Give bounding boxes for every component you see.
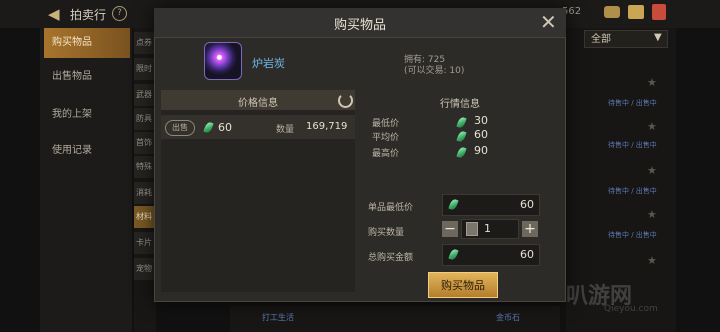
row-status: 待售中 / 出售中 xyxy=(608,141,657,149)
market-info-title: 行情信息 xyxy=(440,99,480,110)
total-amount-label: 总购买金额 xyxy=(368,253,414,263)
max-price-label: 最高价 xyxy=(372,149,400,159)
calculator-icon[interactable] xyxy=(466,222,478,236)
buy-button[interactable]: 购买物品 xyxy=(428,272,498,298)
min-price-value: 30 xyxy=(474,114,488,127)
item-icon xyxy=(204,42,242,80)
decrease-button[interactable]: − xyxy=(442,221,458,237)
chevron-down-icon[interactable]: ▼ xyxy=(654,32,662,43)
quantity-label: 数量 xyxy=(276,125,295,135)
category-item[interactable]: 限时 xyxy=(134,58,154,80)
avg-price-label: 平均价 xyxy=(372,133,400,143)
category-item[interactable]: 首饰 xyxy=(134,132,154,154)
sell-tag: 出售 xyxy=(165,120,195,136)
dialog-title: 购买物品 xyxy=(333,18,386,33)
sidebar-item-history[interactable]: 使用记录 xyxy=(44,136,130,166)
total-amount-value: 60 xyxy=(520,248,534,261)
listing-price: 60 xyxy=(218,121,232,134)
max-price-value: 90 xyxy=(474,144,488,157)
star-icon[interactable]: ★ xyxy=(647,76,657,89)
tradable-count: (可以交易: 10) xyxy=(404,66,465,76)
category-item[interactable]: 宠物 xyxy=(134,258,154,280)
category-item-selected[interactable]: 材料 xyxy=(134,206,154,228)
row-status: 待售中 / 出售中 xyxy=(608,187,657,195)
mail-icon[interactable] xyxy=(628,5,644,19)
price-panel-title: 价格信息 xyxy=(238,98,278,109)
category-item[interactable]: 武器 xyxy=(134,84,154,106)
unit-min-price-value: 60 xyxy=(520,198,534,211)
increase-button[interactable]: + xyxy=(522,221,538,237)
category-item[interactable]: 特殊 xyxy=(134,156,154,178)
category-item[interactable]: 点券 xyxy=(134,32,154,54)
sidebar-item-my-listings[interactable]: 我的上架 xyxy=(44,100,130,130)
min-price-label: 最低价 xyxy=(372,119,400,129)
buy-quantity-label: 购买数量 xyxy=(368,228,405,238)
watermark-url: Qieyou.com xyxy=(604,304,658,314)
item-name: 炉岩炭 xyxy=(252,57,285,70)
avg-price-value: 60 xyxy=(474,128,488,141)
row-status: 待售中 / 出售中 xyxy=(608,231,657,239)
category-item[interactable]: 防具 xyxy=(134,108,154,130)
bottom-tag: 金币石 xyxy=(496,313,520,322)
help-icon[interactable]: ? xyxy=(112,6,127,21)
star-icon[interactable]: ★ xyxy=(647,164,657,177)
bottom-tag: 打工生活 xyxy=(262,313,294,322)
gift-icon[interactable] xyxy=(652,4,666,20)
page-title: 拍卖行 xyxy=(70,8,107,22)
quantity-value: 169,719 xyxy=(306,121,348,132)
sidebar-item-sell[interactable]: 出售物品 xyxy=(44,62,130,92)
sidebar-item-buy[interactable]: 购买物品 xyxy=(44,28,130,58)
quantity-input[interactable]: 1 xyxy=(484,222,491,235)
category-item[interactable]: 卡片 xyxy=(134,232,154,254)
refresh-icon[interactable] xyxy=(338,93,353,108)
star-icon[interactable]: ★ xyxy=(647,208,657,221)
chest-icon[interactable] xyxy=(604,6,620,18)
category-item[interactable]: 消耗 xyxy=(134,182,154,204)
unit-min-price-label: 单品最低价 xyxy=(368,203,414,213)
close-icon[interactable]: ✕ xyxy=(540,10,557,34)
row-status: 待售中 / 出售中 xyxy=(608,99,657,107)
star-icon[interactable]: ★ xyxy=(647,254,657,267)
star-icon[interactable]: ★ xyxy=(647,120,657,133)
back-arrow-icon[interactable]: ◀ xyxy=(48,5,60,23)
